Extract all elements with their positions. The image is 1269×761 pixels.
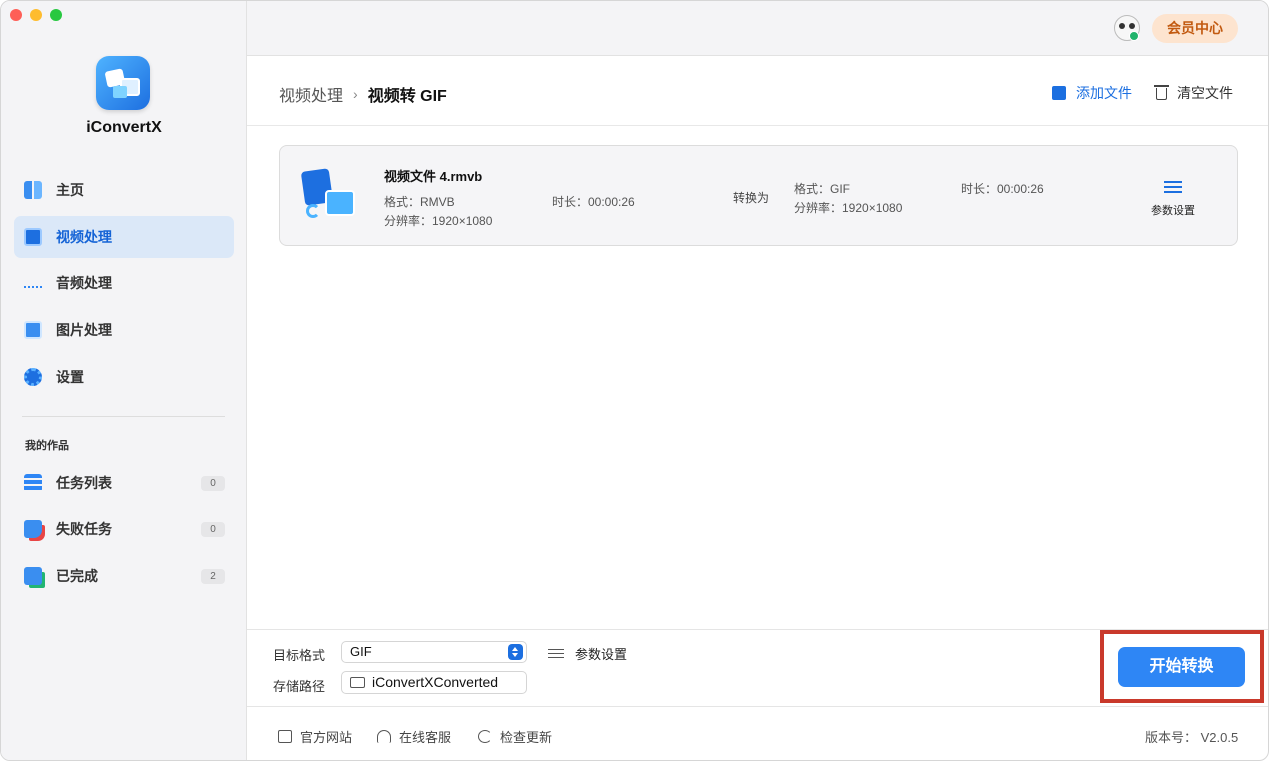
sidebar-item-audio[interactable]: 音频处理 bbox=[14, 262, 234, 304]
sidebar-item-image[interactable]: 图片处理 bbox=[14, 309, 234, 351]
breadcrumb-parent[interactable]: 视频处理 bbox=[279, 82, 343, 106]
add-file-icon bbox=[1052, 86, 1066, 100]
source-duration: 时长：00:00:26 bbox=[552, 195, 635, 209]
sidebar-item-label: 任务列表 bbox=[56, 475, 112, 491]
sidebar-item-label: 失败任务 bbox=[56, 521, 112, 537]
video-file-icon bbox=[300, 168, 355, 222]
settings-sliders-icon bbox=[1164, 180, 1182, 194]
breadcrumb: 视频处理 › 视频转 GIF bbox=[279, 82, 447, 106]
home-icon bbox=[24, 181, 42, 199]
file-params-button[interactable]: 参数设置 bbox=[1143, 180, 1203, 218]
sidebar-item-failed[interactable]: 失败任务 0 bbox=[14, 508, 234, 550]
sidebar-item-label: 主页 bbox=[56, 182, 84, 198]
sidebar-divider bbox=[22, 416, 225, 417]
support-label: 在线客服 bbox=[399, 730, 452, 745]
refresh-icon bbox=[478, 730, 492, 743]
sidebar-item-home[interactable]: 主页 bbox=[14, 169, 234, 211]
sidebar-item-label: 视频处理 bbox=[56, 229, 112, 245]
sidebar-item-label: 已完成 bbox=[56, 568, 98, 584]
count-badge: 0 bbox=[201, 475, 225, 491]
sidebar-item-label: 音频处理 bbox=[56, 275, 112, 291]
file-name: 视频文件 4.rmvb bbox=[384, 169, 483, 184]
sidebar-item-completed[interactable]: 已完成 2 bbox=[14, 555, 234, 597]
add-file-label: 添加文件 bbox=[1076, 85, 1132, 101]
convert-to-label: 转换为 bbox=[733, 191, 770, 205]
source-format: 格式：RMVB bbox=[384, 195, 455, 209]
failed-task-icon bbox=[24, 520, 42, 538]
settings-sliders-icon bbox=[548, 648, 564, 660]
app-logo-icon bbox=[96, 56, 150, 110]
sidebar-item-task-list[interactable]: 任务列表 0 bbox=[14, 462, 234, 504]
target-format-select[interactable]: GIF bbox=[341, 641, 527, 663]
target-format-label: 目标格式 bbox=[273, 648, 326, 663]
check-update-label: 检查更新 bbox=[500, 730, 553, 745]
target-format: 格式：GIF bbox=[794, 182, 850, 196]
sidebar-item-label: 图片处理 bbox=[56, 322, 112, 338]
clear-files-label: 清空文件 bbox=[1177, 85, 1233, 101]
close-window-button[interactable] bbox=[10, 9, 22, 21]
top-bar: 会员中心 bbox=[247, 1, 1268, 56]
book-icon bbox=[278, 730, 292, 743]
website-link[interactable]: 官方网站 bbox=[278, 727, 352, 746]
page-title: 视频转 GIF bbox=[367, 88, 447, 105]
trash-icon bbox=[1154, 85, 1169, 100]
add-file-button[interactable]: 添加文件 bbox=[1052, 83, 1132, 103]
sidebar-item-video[interactable]: 视频处理 bbox=[14, 216, 234, 258]
clear-files-button[interactable]: 清空文件 bbox=[1154, 83, 1233, 103]
vip-center-button[interactable]: 会员中心 bbox=[1152, 14, 1238, 43]
app-name: iConvertX bbox=[86, 119, 162, 136]
source-resolution: 分辨率：1920×1080 bbox=[384, 214, 493, 228]
gear-icon bbox=[24, 368, 42, 386]
file-params-label: 参数设置 bbox=[1151, 205, 1195, 217]
support-link[interactable]: 在线客服 bbox=[377, 727, 451, 746]
headphones-icon bbox=[377, 730, 391, 743]
count-badge: 0 bbox=[201, 521, 225, 537]
website-label: 官方网站 bbox=[300, 730, 353, 745]
save-path-value: iConvertXConverted bbox=[372, 674, 499, 690]
sidebar: iConvertX 主页 视频处理 音频处理 图片处理 设置 我的作品 任务列表… bbox=[1, 1, 247, 760]
waveform-icon bbox=[24, 278, 42, 288]
breadcrumb-separator: › bbox=[353, 86, 358, 102]
completed-task-icon bbox=[24, 567, 42, 585]
save-path-label: 存储路径 bbox=[273, 679, 326, 694]
app-window: iConvertX 主页 视频处理 音频处理 图片处理 设置 我的作品 任务列表… bbox=[0, 0, 1269, 761]
task-list-icon bbox=[24, 474, 42, 492]
footer: 官方网站 在线客服 检查更新 版本号： V2.0.5 bbox=[247, 706, 1268, 760]
params-settings-button[interactable]: 参数设置 bbox=[548, 644, 627, 663]
start-convert-button[interactable]: 开始转换 bbox=[1118, 647, 1245, 687]
save-path-field[interactable]: iConvertXConverted bbox=[341, 671, 527, 694]
check-update-link[interactable]: 检查更新 bbox=[478, 727, 552, 746]
minimize-window-button[interactable] bbox=[30, 9, 42, 21]
avatar-status-icon bbox=[1129, 31, 1139, 41]
section-title: 我的作品 bbox=[25, 440, 69, 452]
sidebar-item-settings[interactable]: 设置 bbox=[14, 356, 234, 398]
folder-icon bbox=[350, 677, 365, 688]
count-badge: 2 bbox=[201, 568, 225, 584]
image-icon bbox=[24, 321, 42, 339]
target-format-value: GIF bbox=[350, 644, 372, 659]
window-controls bbox=[10, 9, 62, 21]
params-settings-label: 参数设置 bbox=[575, 647, 628, 662]
select-arrows-icon bbox=[508, 644, 523, 660]
target-resolution: 分辨率：1920×1080 bbox=[794, 201, 903, 215]
sidebar-item-label: 设置 bbox=[56, 369, 84, 385]
maximize-window-button[interactable] bbox=[50, 9, 62, 21]
target-duration: 时长：00:00:26 bbox=[961, 182, 1044, 196]
page-header: 视频处理 › 视频转 GIF 添加文件 清空文件 bbox=[247, 56, 1268, 126]
video-icon bbox=[24, 228, 42, 246]
file-item[interactable]: 视频文件 4.rmvb 格式：RMVB 分辨率：1920×1080 时长：00:… bbox=[279, 145, 1238, 246]
version-label: 版本号： V2.0.5 bbox=[1145, 730, 1239, 745]
